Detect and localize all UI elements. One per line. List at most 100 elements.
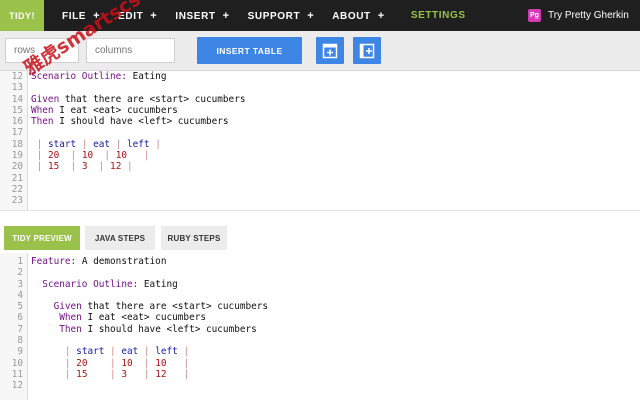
menu-settings[interactable]: SETTINGS [411,10,466,21]
code-token: start [76,346,105,358]
tab-ruby-steps[interactable]: RUBY STEPS [161,226,227,250]
line-text: Given that there are <start> cucumbers [31,301,269,313]
code-token: 10 [155,357,167,369]
code-token: left [126,138,150,150]
code-line: 22 [0,184,640,195]
code-token: | [64,357,77,369]
line-text: Given that there are <start> cucumbers [31,94,246,105]
line-text: Scenario Outline: Eating [31,71,166,82]
plus-icon: + [93,9,101,22]
code-token: left [155,346,178,358]
menu-insert-label: INSERT [175,10,216,22]
pretty-gherkin-link[interactable]: Pg Try Pretty Gherkin [528,0,629,31]
line-text: | start | eat | left | [31,346,189,357]
menu-insert[interactable]: INSERT + [175,10,229,22]
line-number: 4 [17,289,23,301]
editor-lines: 12 Scenario Outline: Eating 13 14 Given that… [0,71,640,207]
menu-file[interactable]: FILE + [62,10,100,22]
line-text: | start | eat | left | [31,139,161,150]
code-line: 2 [0,267,640,278]
code-line: 6 When I eat <eat> cucumbers [0,312,640,323]
code-token: A demonstration [81,256,167,267]
tab-java-steps[interactable]: JAVA STEPS [85,226,155,250]
insert-table-button[interactable]: INSERT TABLE [197,37,302,64]
insert-row-button[interactable] [316,37,344,64]
line-text: Then I should have <left> cucumbers [31,324,257,335]
menu-about-label: ABOUT [332,10,371,22]
line-number: 12 [11,71,23,82]
line-number: 1 [17,256,23,267]
code-token: eat [121,346,139,358]
code-token: | [126,150,150,162]
code-line: 18 | start | eat | left | [0,139,640,150]
code-token: When [59,312,88,324]
code-line: 23 [0,195,640,206]
code-token: start [47,138,77,150]
line-number: 21 [11,172,23,184]
toolbar: INSERT TABLE [0,31,640,71]
line-number: 15 [11,104,23,116]
code-line: 16 Then I should have <left> cucumbers [0,116,640,127]
code-token: I eat <eat> cucumbers [87,312,206,324]
code-token: | [59,161,82,173]
code-token: | [31,150,48,162]
gherkin-editor[interactable]: 12 Scenario Outline: Eating 13 14 Given that… [0,71,640,210]
code-token: Given [53,301,88,313]
code-line: 21 [0,173,640,184]
line-number: 16 [11,116,23,128]
menu-edit-label: EDIT [118,10,144,22]
code-line: 20 | 15 | 3 | 12 | [0,161,640,172]
menu-support[interactable]: SUPPORT + [248,10,315,22]
preview-lines: 1 Feature: A demonstration 2 3 Scenario Out… [0,256,640,392]
brand-logo[interactable]: TIDY! [0,0,44,31]
rows-input[interactable] [5,38,79,63]
code-token: 15 [47,161,60,173]
line-number: 3 [17,278,23,290]
line-text: | 15 | 3 | 12 | [31,161,133,172]
line-number: 12 [11,380,23,392]
menu-file-label: FILE [62,10,87,22]
insert-column-button[interactable] [353,37,381,64]
line-number: 22 [11,183,23,195]
line-text: Feature: A demonstration [31,256,166,267]
code-token: Given [31,93,65,105]
code-token: 20 [47,150,60,162]
code-token: | [104,346,122,358]
code-token: 10 [115,150,127,162]
code-token: | [93,150,116,162]
code-token: | [149,138,161,150]
code-line: 9 | start | eat | left | [0,346,640,357]
code-token: that there are <start> cucumbers [64,93,246,105]
code-line: 7 Then I should have <left> cucumbers [0,324,640,335]
plus-icon: + [377,9,385,22]
tab-tidy-preview[interactable]: TIDY PREVIEW [4,226,80,250]
line-number: 13 [11,82,23,94]
main-menu: FILE + EDIT + INSERT + SUPPORT + ABOUT + SETT… [44,0,466,31]
line-number: 18 [11,138,23,150]
code-token: Scenario Outline: [42,278,144,290]
code-line: 13 [0,82,640,93]
line-text: | 20 | 10 | 10 | [31,150,150,161]
line-number: 7 [17,323,23,335]
add-row-icon [322,43,338,58]
menu-about[interactable]: ABOUT + [332,10,385,22]
top-nav: TIDY! FILE + EDIT + INSERT + SUPPORT + ABOUT… [0,0,640,31]
code-line: 8 [0,335,640,346]
code-token: | [87,368,122,380]
code-token: | [132,357,156,369]
line-text: | 15 | 3 | 12 | [31,369,189,380]
plus-icon: + [150,9,158,22]
menu-edit[interactable]: EDIT + [118,10,157,22]
code-token: | [87,357,122,369]
code-token: 12 [155,368,167,380]
pretty-gherkin-logo-icon: Pg [528,9,541,22]
code-token: | [64,368,77,380]
code-token: that there are <start> cucumbers [87,301,269,313]
columns-input[interactable] [86,38,175,63]
code-token: Feature: [31,256,82,267]
